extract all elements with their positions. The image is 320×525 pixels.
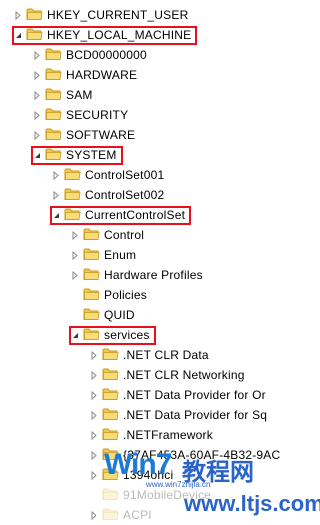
- tree-node[interactable]: ControlSet002: [52, 185, 164, 205]
- tree-node-label: SOFTWARE: [66, 128, 136, 142]
- tree-node[interactable]: .NET CLR Networking: [90, 365, 245, 385]
- collapse-arrow-icon[interactable]: [52, 205, 60, 225]
- tree-node-label: Enum: [104, 248, 137, 262]
- expand-arrow-icon[interactable]: [90, 425, 98, 445]
- tree-node[interactable]: SECURITY: [33, 105, 128, 125]
- expand-arrow-icon[interactable]: [33, 85, 41, 105]
- tree-node-label: services: [104, 328, 150, 342]
- folder-icon: [45, 47, 66, 64]
- tree-node-label: HKEY_LOCAL_MACHINE: [47, 28, 192, 42]
- expand-arrow-icon[interactable]: [71, 265, 79, 285]
- folder-icon: [102, 347, 123, 364]
- collapse-arrow-icon[interactable]: [14, 25, 22, 45]
- folder-icon: [26, 27, 47, 44]
- folder-icon: [64, 167, 85, 184]
- folder-icon: [102, 367, 123, 384]
- watermark-small-url: www.win7zhijia.cn: [146, 480, 211, 489]
- tree-node[interactable]: CurrentControlSet: [52, 205, 185, 225]
- tree-node[interactable]: Hardware Profiles: [71, 265, 203, 285]
- tree-node[interactable]: .NET Data Provider for Or: [90, 385, 266, 405]
- folder-icon: [45, 67, 66, 84]
- folder-icon: [45, 127, 66, 144]
- tree-node-label: QUID: [104, 308, 135, 322]
- folder-icon: [45, 147, 66, 164]
- folder-icon: [64, 187, 85, 204]
- expand-arrow-icon[interactable]: [90, 465, 98, 485]
- tree-node[interactable]: HARDWARE: [33, 65, 137, 85]
- tree-node-label: .NETFramework: [123, 428, 213, 442]
- tree-node-label: SAM: [66, 88, 93, 102]
- tree-node[interactable]: SAM: [33, 85, 93, 105]
- tree-node[interactable]: services: [71, 325, 150, 345]
- folder-icon: [102, 387, 123, 404]
- expand-arrow-icon[interactable]: [52, 185, 60, 205]
- tree-node[interactable]: .NET Data Provider for Sq: [90, 405, 267, 425]
- tree-node[interactable]: SOFTWARE: [33, 125, 135, 145]
- tree-node-label: SYSTEM: [66, 148, 117, 162]
- folder-icon: [45, 107, 66, 124]
- tree-node-label: .NET CLR Networking: [123, 368, 245, 382]
- tree-node[interactable]: HKEY_LOCAL_MACHINE: [14, 25, 191, 45]
- folder-icon: [83, 307, 104, 324]
- folder-icon: [83, 327, 104, 344]
- tree-node[interactable]: QUID: [71, 305, 135, 325]
- folder-icon: [102, 427, 123, 444]
- folder-icon: [83, 267, 104, 284]
- watermark-site: www.ltjs.com: [184, 491, 320, 516]
- tree-node[interactable]: Policies: [71, 285, 147, 305]
- tree-node[interactable]: ControlSet001: [52, 165, 164, 185]
- folder-icon: [83, 247, 104, 264]
- tree-node[interactable]: Enum: [71, 245, 136, 265]
- no-arrow-spacer: [71, 285, 79, 305]
- expand-arrow-icon[interactable]: [33, 105, 41, 125]
- expand-arrow-icon[interactable]: [90, 445, 98, 465]
- expand-arrow-icon[interactable]: [90, 405, 98, 425]
- folder-icon: [64, 207, 85, 224]
- tree-node-label: .NET Data Provider for Or: [123, 388, 266, 402]
- tree-node-label: Hardware Profiles: [104, 268, 203, 282]
- expand-arrow-icon[interactable]: [14, 5, 22, 25]
- expand-arrow-icon[interactable]: [90, 345, 98, 365]
- tree-node-label: ControlSet001: [85, 168, 165, 182]
- expand-arrow-icon[interactable]: [52, 165, 60, 185]
- expand-arrow-icon[interactable]: [33, 45, 41, 65]
- expand-arrow-icon[interactable]: [33, 65, 41, 85]
- folder-icon: [83, 227, 104, 244]
- tree-node-label: Policies: [104, 288, 147, 302]
- tree-node[interactable]: HKEY_CURRENT_USER: [14, 5, 188, 25]
- tree-node[interactable]: BCD00000000: [33, 45, 147, 65]
- tree-node-label: SECURITY: [66, 108, 129, 122]
- tree-node-label: CurrentControlSet: [85, 208, 186, 222]
- tree-node[interactable]: .NETFramework: [90, 425, 213, 445]
- folder-icon: [83, 287, 104, 304]
- tree-node-label: ControlSet002: [85, 188, 165, 202]
- tree-node-label: HKEY_CURRENT_USER: [47, 8, 189, 22]
- tree-node[interactable]: .NET CLR Data: [90, 345, 209, 365]
- tree-node-label: .NET Data Provider for Sq: [123, 408, 268, 422]
- tree-node-label: .NET CLR Data: [123, 348, 209, 362]
- registry-tree: HKEY_CURRENT_USER HKEY_LOCAL_MACHINE BCD00…: [0, 0, 295, 525]
- collapse-arrow-icon[interactable]: [71, 325, 79, 345]
- collapse-arrow-icon[interactable]: [33, 145, 41, 165]
- tree-node-label: BCD00000000: [66, 48, 147, 62]
- tree-node[interactable]: Control: [71, 225, 144, 245]
- watermark-logo: Win7: [104, 448, 172, 481]
- folder-icon: [45, 87, 66, 104]
- tree-node-label: HARDWARE: [66, 68, 138, 82]
- expand-arrow-icon[interactable]: [33, 125, 41, 145]
- no-arrow-spacer: [71, 305, 79, 325]
- expand-arrow-icon[interactable]: [71, 245, 79, 265]
- folder-icon: [102, 407, 123, 424]
- expand-arrow-icon[interactable]: [90, 365, 98, 385]
- folder-icon: [26, 7, 47, 24]
- expand-arrow-icon[interactable]: [71, 225, 79, 245]
- tree-node[interactable]: SYSTEM: [33, 145, 117, 165]
- tree-node-label: Control: [104, 228, 145, 242]
- expand-arrow-icon[interactable]: [90, 385, 98, 405]
